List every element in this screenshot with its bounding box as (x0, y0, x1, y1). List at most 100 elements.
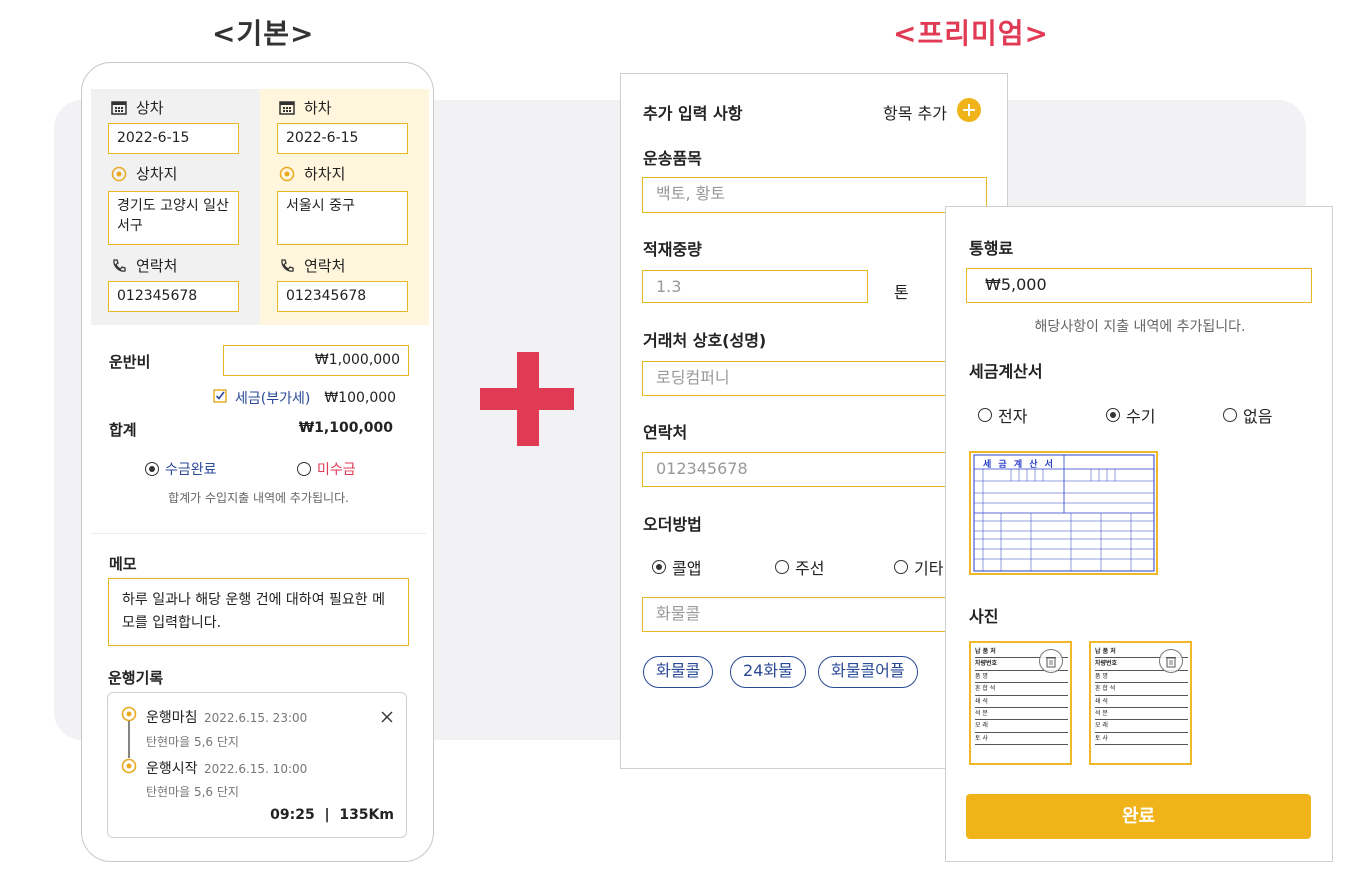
plus-sign-vertical (517, 352, 539, 446)
tax-row[interactable]: 세금(부가세) ₩100,000 (213, 388, 396, 408)
location-pin-icon (278, 165, 296, 183)
memo-field[interactable]: 하루 일과나 해당 운행 건에 대하여 필요한 메모를 입력합니다. (108, 578, 409, 646)
receipt-row: 석 분 (975, 708, 1068, 721)
unload-place-field[interactable]: 서울시 중구 (277, 191, 408, 245)
basic-phone-frame: 상차 2022-6-15 상차지 경기도 고양시 일산서구 연락처 012345… (81, 62, 434, 862)
radio-unselected-icon (978, 408, 992, 422)
unload-date-field[interactable]: 2022-6-15 (277, 123, 408, 154)
radio-selected-icon (145, 462, 159, 476)
receipt-row: 석 분 (1095, 708, 1188, 721)
client-input[interactable]: 로딩컴퍼니 (642, 361, 987, 396)
premium-title: <프리미엄> (893, 17, 1049, 50)
fare-field[interactable]: ₩1,000,000 (223, 345, 409, 376)
weight-input[interactable]: 1.3 (642, 270, 868, 303)
phone-icon (110, 257, 128, 275)
order-option-etc[interactable]: 기타 (894, 555, 943, 579)
receipt-row: 혼 합 석 (1095, 683, 1188, 696)
close-icon[interactable] (380, 709, 394, 723)
load-contact-label: 연락처 (110, 255, 177, 276)
total-note: 합계가 수입지출 내역에 추가됩니다. (168, 491, 349, 505)
radio-unselected-icon (297, 462, 311, 476)
plus-circle-icon (956, 98, 981, 126)
unload-place-label-text: 하차지 (304, 165, 346, 183)
tax-value: ₩100,000 (324, 390, 397, 406)
tax-label: 세금(부가세) (235, 391, 311, 407)
chip-24hwamul[interactable]: 24화물 (730, 656, 806, 688)
load-label-text: 상차 (136, 99, 164, 117)
calendar-icon (278, 99, 296, 117)
log-entry: 운행시작 2022.6.15. 10:00 (146, 758, 307, 778)
unpaid-radio[interactable]: 미수금 (297, 459, 356, 479)
toll-label: 통행료 (969, 239, 1014, 258)
total-label: 합계 (109, 421, 137, 439)
radio-selected-icon (652, 560, 666, 574)
log-event: 운행마침 (146, 710, 198, 726)
invoice-option-none[interactable]: 없음 (1223, 403, 1272, 427)
chip-hwamulcall[interactable]: 화물콜 (643, 656, 714, 688)
load-place-label: 상차지 (110, 163, 177, 184)
cargo-input[interactable]: 백토, 황토 (642, 177, 987, 213)
receipt-row: 쇄 석 (975, 696, 1068, 709)
chip-hwamulcall-app[interactable]: 화물콜어플 (818, 656, 918, 688)
receipt-row: 품 명 (975, 671, 1068, 684)
invoice-form-graphic (973, 454, 1155, 572)
total-value: ₩1,100,000 (298, 420, 393, 436)
contact-input[interactable]: 012345678 (642, 452, 987, 487)
load-contact-field[interactable]: 012345678 (108, 281, 239, 312)
calendar-icon (110, 99, 128, 117)
done-button[interactable]: 완료 (966, 794, 1311, 839)
toll-note: 해당사항이 지출 내역에 추가됩니다. (1034, 319, 1246, 335)
order-option-broker[interactable]: 주선 (775, 555, 824, 579)
photo-label: 사진 (969, 607, 999, 626)
order-input[interactable]: 화물콜 (642, 597, 987, 632)
load-date-field[interactable]: 2022-6-15 (108, 123, 239, 154)
unload-place-label: 하차지 (278, 163, 345, 184)
contact-label: 연락처 (643, 423, 688, 442)
log-event: 운행시작 (146, 761, 198, 777)
fare-label: 운반비 (109, 353, 151, 371)
unload-contact-label-text: 연락처 (304, 257, 346, 275)
invoice-thumbnail[interactable]: 세 금 계 산 서 (969, 451, 1158, 575)
receipt-row: 모 래 (1095, 720, 1188, 733)
unload-label-text: 하차 (304, 99, 332, 117)
photo-thumbnail[interactable]: 납 품 처 차량번호 품 명 혼 합 석 쇄 석 석 분 모 래 토 사 (1089, 641, 1192, 765)
invoice-label: 세금계산서 (969, 362, 1043, 381)
location-pin-icon (110, 165, 128, 183)
toll-input[interactable]: ₩5,000 (966, 268, 1312, 303)
receipt-row: 토 사 (975, 733, 1068, 746)
load-date-label: 상차 (110, 97, 164, 118)
paid-radio[interactable]: 수금완료 (145, 459, 217, 479)
trash-icon[interactable] (1039, 649, 1063, 673)
log-summary: 09:25 | 135Km (270, 807, 394, 823)
trash-icon[interactable] (1159, 649, 1183, 673)
receipt-row: 품 명 (1095, 671, 1188, 684)
memo-label: 메모 (109, 555, 137, 573)
client-label: 거래처 상호(성명) (643, 331, 767, 350)
invoice-option-label: 전자 (998, 407, 1028, 426)
log-label: 운행기록 (108, 669, 164, 687)
unload-contact-label: 연락처 (278, 255, 345, 276)
radio-unselected-icon (775, 560, 789, 574)
log-card: 운행마침 2022.6.15. 23:00 탄현마을 5,6 단지 운행시작 2… (107, 692, 407, 838)
order-option-label: 기타 (914, 559, 944, 578)
order-label: 오더방법 (643, 515, 702, 534)
premium-expense-card: 통행료 ₩5,000 해당사항이 지출 내역에 추가됩니다. 세금계산서 전자 … (945, 206, 1333, 862)
photo-thumbnail[interactable]: 납 품 처 차량번호 품 명 혼 합 석 쇄 석 석 분 모 래 토 사 (969, 641, 1072, 765)
log-place: 탄현마을 5,6 단지 (146, 735, 239, 749)
paid-label: 수금완료 (165, 462, 217, 478)
add-item-button[interactable]: 항목 추가 (883, 98, 981, 126)
radio-selected-icon (1106, 408, 1120, 422)
checkbox-checked-icon[interactable] (213, 389, 227, 407)
log-time: 2022.6.15. 23:00 (203, 711, 308, 725)
extra-header: 추가 입력 사항 (643, 104, 743, 123)
order-option-callapp[interactable]: 콜앱 (652, 555, 701, 579)
basic-title: <기본> (212, 17, 315, 50)
receipt-row: 쇄 석 (1095, 696, 1188, 709)
load-place-field[interactable]: 경기도 고양시 일산서구 (108, 191, 239, 245)
receipt-row: 혼 합 석 (975, 683, 1068, 696)
add-item-label: 항목 추가 (883, 104, 947, 123)
unload-contact-field[interactable]: 012345678 (277, 281, 408, 312)
invoice-option-electronic[interactable]: 전자 (978, 403, 1027, 427)
log-time: 2022.6.15. 10:00 (203, 762, 308, 776)
invoice-option-manual[interactable]: 수기 (1106, 403, 1155, 427)
